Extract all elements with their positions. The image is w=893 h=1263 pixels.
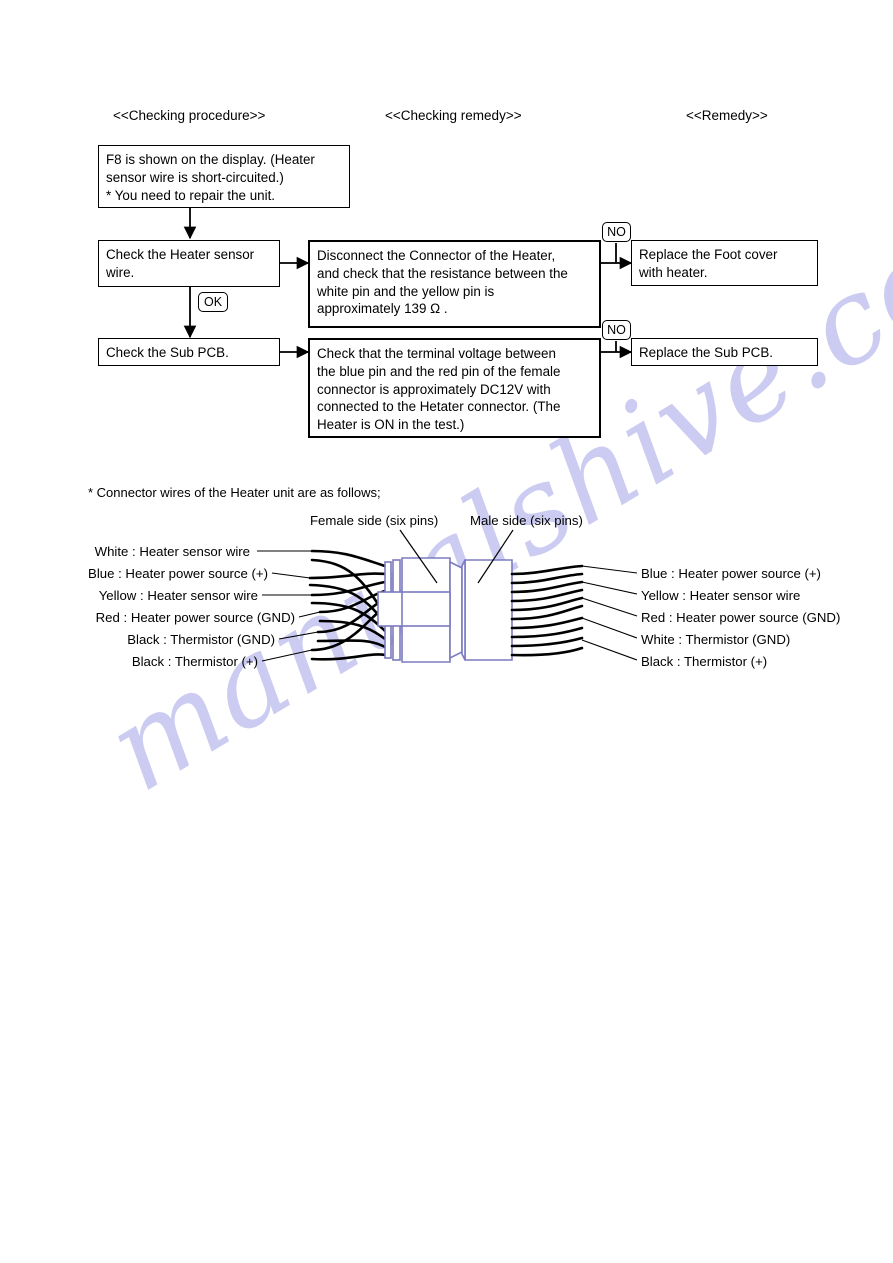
wire-label-left-6: Black : Thermistor (+)	[131, 654, 258, 669]
callout-male-side: Male side (six pins)	[470, 513, 583, 528]
wire-label-left-3: Yellow : Heater sensor wire	[98, 588, 258, 603]
wire-label-right-5: Black : Thermistor (+)	[641, 654, 768, 669]
wire-label-right-1: Blue : Heater power source (+)	[641, 566, 821, 581]
wire-label-right-2: Yellow : Heater sensor wire	[641, 588, 801, 603]
callout-female-side: Female side (six pins)	[310, 513, 439, 528]
connector-diagram: * Connector wires of the Heater unit are…	[0, 0, 893, 1263]
wire-label-left-4: Red : Heater power source (GND)	[95, 610, 295, 625]
wire-label-left-1: White : Heater sensor wire	[94, 544, 250, 559]
wire-label-right-4: White : Thermistor (GND)	[641, 632, 791, 647]
wire-label-left-2: Blue : Heater power source (+)	[88, 566, 268, 581]
document-page: manualshive.com <<Checking procedure>> <…	[0, 0, 893, 1263]
wire-label-left-5: Black : Thermistor (GND)	[127, 632, 275, 647]
connector-note: * Connector wires of the Heater unit are…	[88, 485, 381, 500]
wire-label-right-3: Red : Heater power source (GND)	[641, 610, 841, 625]
